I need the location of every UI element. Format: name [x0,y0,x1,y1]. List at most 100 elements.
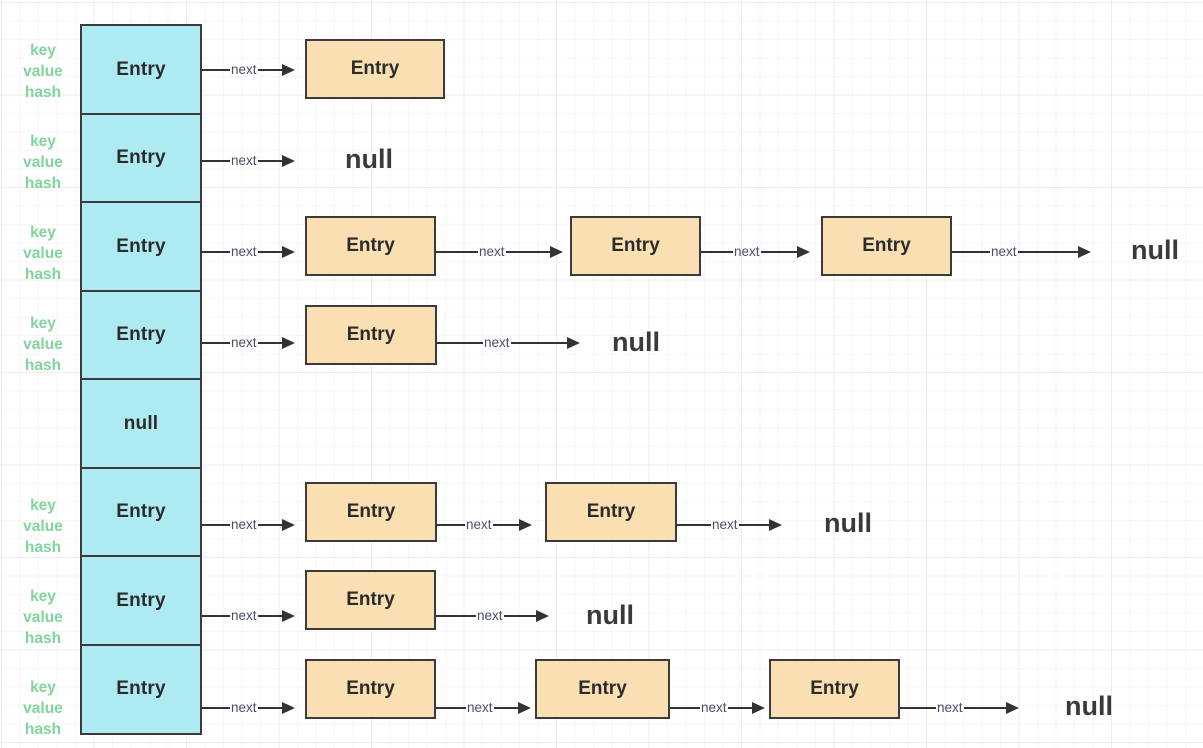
arrow-head-icon [281,337,295,349]
connector-line-segment [202,523,230,527]
connector-line-segment [1017,250,1078,254]
connector-line-segment [436,250,478,254]
kvh-hash-text: hash [24,266,62,283]
entry-node-6-0[interactable]: Entry [305,570,436,630]
kvh-key-text: key [30,497,56,514]
connector-label-next: next [231,517,257,533]
connector-line-segment [202,341,230,345]
connector-line-segment [437,523,465,527]
entry-node-2-1[interactable]: Entry [570,216,701,276]
connector-line-segment [257,250,282,254]
kvh-value-text: value [23,63,63,80]
connector-line-segment [727,706,752,710]
entry-node-7-1[interactable]: Entry [535,658,670,719]
connector-line-segment [202,68,230,72]
kvh-label-5: key value hash [14,495,72,558]
kvh-hash-text: hash [24,721,62,738]
arrow-head-icon [281,519,295,531]
kvh-label-6: key value hash [14,586,72,649]
next-connector-entry-3-0-to-null-3: next [437,332,580,354]
arrow-head-icon [751,702,765,714]
arrow-head-icon [518,519,532,531]
connector-label-next: next [231,700,257,716]
next-connector-entry-7-2-to-null-7: next [900,697,1019,719]
kvh-label-2: key value hash [14,222,72,285]
next-connector-bucket-2-to-entry-2-0: next [202,241,295,263]
connector-line-segment [492,523,519,527]
kvh-value-text: value [23,245,63,262]
bucket-cell-4[interactable]: null [80,378,202,469]
connector-label-next: next [231,608,257,624]
kvh-label-0: key value hash [14,40,72,103]
kvh-key-text: key [30,224,56,241]
kvh-hash-text: hash [24,357,62,374]
entry-node-5-1[interactable]: Entry [545,481,677,542]
kvh-label-3: key value hash [14,313,72,376]
connector-label-next: next [466,517,492,533]
connector-label-next: next [231,62,257,78]
connector-label-next: next [991,244,1017,260]
entry-node-3-0[interactable]: Entry [305,304,437,365]
next-connector-entry-2-0-to-entry-2-1: next [436,241,563,263]
connector-label-next: next [712,517,738,533]
bucket-cell-6[interactable]: Entry [80,555,202,646]
bucket-cell-5[interactable]: Entry [80,466,202,558]
connector-line-segment [677,523,711,527]
entry-node-7-0[interactable]: Entry [305,658,436,719]
bucket-cell-3[interactable]: Entry [80,289,202,381]
kvh-label-7: key value hash [14,677,72,740]
kvh-key-text: key [30,133,56,150]
null-terminator-7: null [1065,691,1113,721]
connector-label-next: next [231,153,257,169]
next-connector-bucket-3-to-entry-3-0: next [202,332,295,354]
connector-line-segment [257,706,282,710]
kvh-value-text: value [23,518,63,535]
arrow-head-icon [1005,702,1019,714]
connector-line-segment [701,250,733,254]
hashmap-diagram-canvas: Entry Entry Entry Entry null Entry Entry Entry … [0,0,1203,748]
connector-label-next: next [231,335,257,351]
connector-label-next: next [231,244,257,260]
arrow-head-icon [549,246,563,258]
entry-node-5-0[interactable]: Entry [305,481,437,542]
next-connector-entry-7-0-to-entry-7-1: next [436,697,531,719]
next-connector-bucket-0-to-entry-0-0: next [202,59,295,81]
bucket-cell-1[interactable]: Entry [80,112,202,204]
connector-line-segment [493,706,518,710]
connector-line-segment [952,250,990,254]
bucket-cell-0[interactable]: Entry [80,24,202,115]
arrow-head-icon [281,702,295,714]
connector-label-next: next [701,700,727,716]
kvh-hash-text: hash [24,630,62,647]
arrow-head-icon [566,337,580,349]
bucket-cell-7[interactable]: Entry [80,643,202,735]
connector-line-segment [202,250,230,254]
entry-node-2-0[interactable]: Entry [305,216,436,276]
kvh-value-text: value [23,609,63,626]
arrow-head-icon [517,702,531,714]
connector-line-segment [505,250,550,254]
connector-line-segment [202,706,230,710]
bucket-array-column: Entry Entry Entry Entry null Entry Entry Entry [80,24,202,735]
next-connector-entry-5-1-to-null-5: next [677,514,782,536]
connector-line-segment [257,614,282,618]
null-terminator-3: null [612,327,660,357]
entry-node-2-2[interactable]: Entry [821,216,952,276]
connector-label-next: next [484,335,510,351]
entry-node-0-0[interactable]: Entry [305,39,445,99]
bucket-cell-2[interactable]: Entry [80,201,202,292]
connector-line-segment [963,706,1006,710]
arrow-head-icon [281,246,295,258]
connector-line-segment [437,341,483,345]
connector-label-next: next [479,244,505,260]
connector-line-segment [760,250,797,254]
connector-line-segment [900,706,936,710]
connector-line-segment [257,523,282,527]
connector-label-next: next [734,244,760,260]
connector-line-segment [738,523,769,527]
connector-label-next: next [477,608,503,624]
next-connector-bucket-1-to-null-1: next [202,150,295,172]
arrow-head-icon [281,155,295,167]
connector-line-segment [670,706,700,710]
entry-node-7-2[interactable]: Entry [769,658,900,719]
